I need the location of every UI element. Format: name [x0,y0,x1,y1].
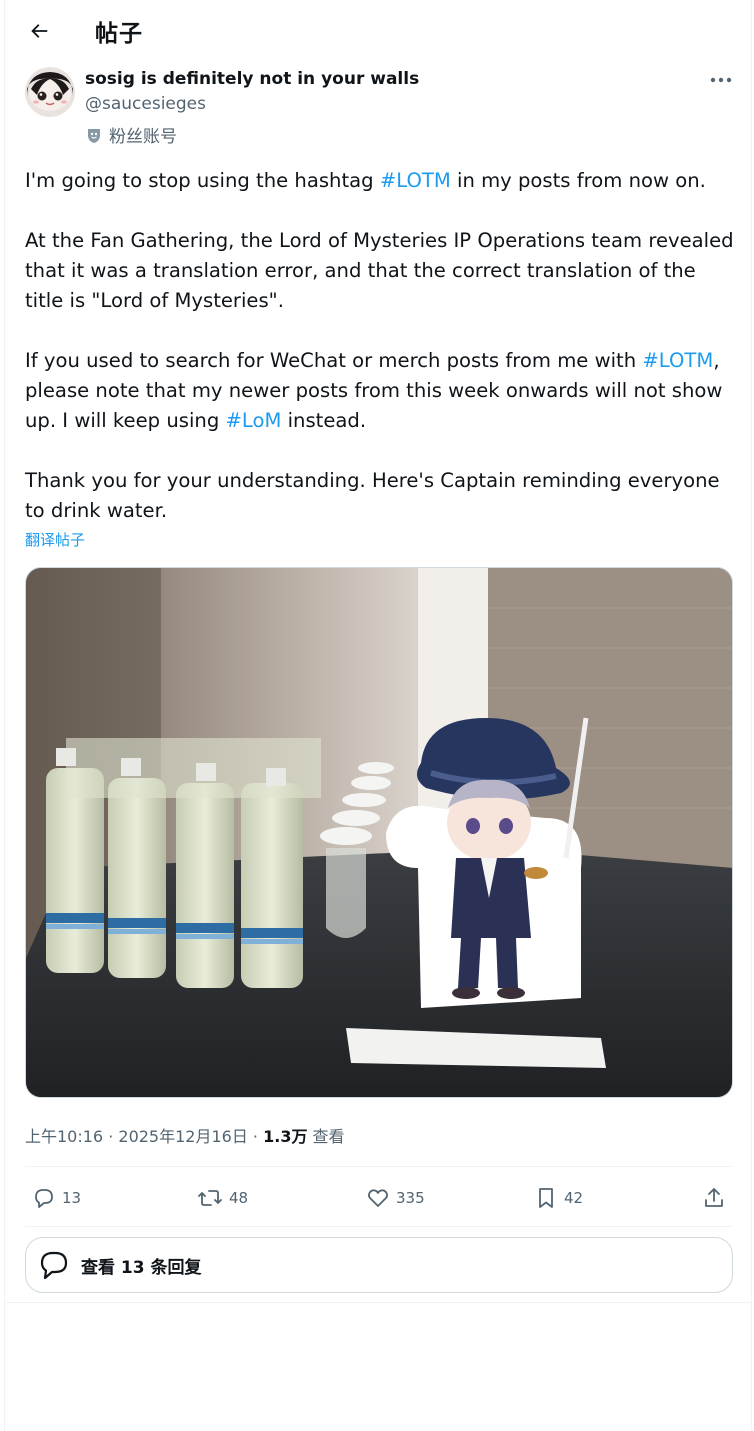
page-title: 帖子 [95,21,143,47]
tweet-time[interactable]: 上午10:16 [25,1127,103,1146]
avatar[interactable] [25,67,75,117]
divider [25,1226,733,1227]
share-icon [705,1188,723,1207]
like-button[interactable]: 335 [366,1183,425,1213]
share-button[interactable] [702,1183,726,1213]
translate-post-link[interactable]: 翻译帖子 [25,529,85,550]
tweet-date[interactable]: 2025年12月16日 [118,1127,247,1146]
repost-icon [198,1190,222,1206]
back-arrow-icon [31,24,48,38]
like-count: 335 [396,1189,425,1207]
hashtag-lotm[interactable]: #LOTM [642,349,713,372]
divider [25,1166,733,1167]
more-options-button[interactable] [706,68,736,92]
author-display-name[interactable]: sosig is definitely not in your walls [85,69,419,89]
like-icon [368,1189,388,1207]
reply-button[interactable]: 13 [32,1183,81,1213]
bookmark-count: 42 [564,1189,584,1207]
bookmark-icon [539,1188,553,1208]
tweet-meta: 上午10:16 · 2025年12月16日 · 1.3万 查看 [25,1127,345,1146]
view-replies-button[interactable]: 查看 13 条回复 [25,1237,733,1293]
more-icon [710,77,732,83]
reply-icon [35,1189,53,1208]
chat-bubble-icon [40,1251,68,1280]
hashtag-lom[interactable]: #LoM [225,409,281,432]
tweet-paragraph-1: I'm going to stop using the hashtag #LOT… [25,169,706,192]
tweet-photo[interactable] [25,567,733,1098]
fan-badge-icon [88,128,100,143]
fan-account-badge[interactable]: 粉丝账号 [85,122,177,147]
author-handle[interactable]: @saucesieges [85,94,206,114]
view-count: 1.3万 [263,1127,308,1146]
bookmark-button[interactable]: 42 [534,1183,583,1213]
view-replies-label: 查看 13 条回复 [81,1257,202,1278]
repost-button[interactable]: 48 [197,1183,248,1213]
view-label: 查看 [307,1127,345,1146]
tweet-paragraph-4: Thank you for your understanding. Here's… [25,469,720,522]
divider [4,1302,752,1303]
fan-badge-label: 粉丝账号 [109,127,177,147]
tweet-paragraph-3: If you used to search for WeChat or merc… [25,349,723,432]
repost-count: 48 [229,1189,249,1207]
reply-count: 13 [62,1189,82,1207]
back-button[interactable] [24,16,54,46]
tweet-text: I'm going to stop using the hashtag #LOT… [25,166,737,526]
tweet-paragraph-2: At the Fan Gathering, the Lord of Myster… [25,229,734,312]
hashtag-lotm[interactable]: #LOTM [380,169,451,192]
